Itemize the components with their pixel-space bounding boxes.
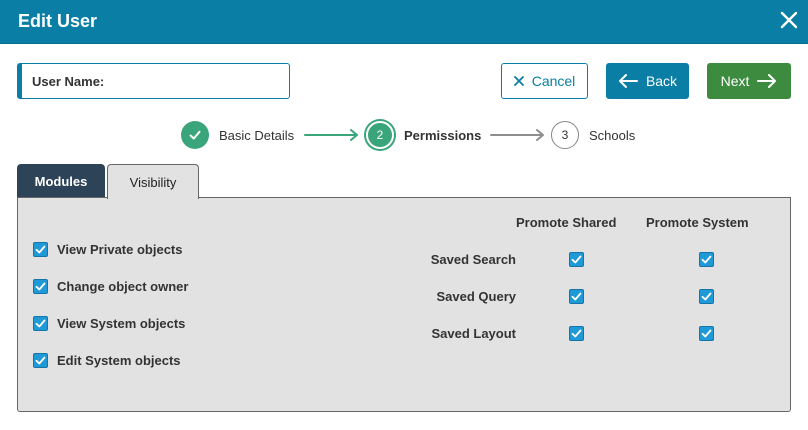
option-label: Edit System objects (57, 353, 181, 368)
arrow-right-icon (304, 129, 358, 141)
user-name-input[interactable] (112, 68, 282, 94)
checkmark-icon (35, 282, 46, 291)
tab-modules-label: Modules (34, 173, 88, 189)
checkbox-edit-system[interactable] (33, 353, 48, 368)
checkbox-view-system[interactable] (33, 316, 48, 331)
dialog-header: Edit User (0, 0, 808, 44)
step-2-number: 2 (376, 128, 384, 142)
checkbox-saved-layout-shared[interactable] (569, 326, 584, 341)
next-button-label: Next (720, 73, 750, 89)
checkbox-change-owner[interactable] (33, 279, 48, 294)
back-button[interactable]: Back (606, 63, 689, 99)
option-label: View Private objects (57, 242, 183, 257)
step-2-current: 2 (366, 121, 394, 149)
checkmark-icon (189, 130, 201, 140)
tab-visibility[interactable]: Visibility (107, 164, 199, 199)
step-3-pending: 3 (551, 121, 579, 149)
option-label: View System objects (57, 316, 186, 331)
back-button-label: Back (645, 73, 678, 89)
checkbox-saved-search-shared[interactable] (569, 252, 584, 267)
user-name-label: User Name: (32, 74, 105, 89)
x-icon (513, 76, 524, 86)
tab-modules[interactable]: Modules (17, 164, 105, 198)
step-1-label: Basic Details (219, 128, 295, 143)
checkbox-saved-search-system[interactable] (699, 252, 714, 267)
step-2-label: Permissions (404, 128, 482, 143)
checkmark-icon (701, 329, 712, 338)
checkmark-icon (701, 255, 712, 264)
visibility-panel: View Private objects Change object owner… (17, 197, 791, 412)
checkbox-saved-query-system[interactable] (699, 289, 714, 304)
cancel-button[interactable]: Cancel (501, 63, 588, 99)
checkmark-icon (571, 255, 582, 264)
arrow-right-icon (490, 129, 544, 141)
dialog-title: Edit User (18, 11, 98, 31)
next-button[interactable]: Next (707, 63, 791, 99)
checkbox-saved-query-shared[interactable] (569, 289, 584, 304)
row-label-saved-layout: Saved Layout (431, 326, 516, 341)
checkmark-icon (35, 245, 46, 254)
row-label-saved-search: Saved Search (430, 252, 516, 267)
close-icon[interactable] (778, 9, 800, 31)
step-1-complete (181, 121, 209, 149)
option-label: Change object owner (57, 279, 189, 294)
checkmark-icon (701, 292, 712, 301)
step-3-label: Schools (589, 128, 636, 143)
cancel-button-label: Cancel (531, 73, 576, 89)
checkbox-view-private[interactable] (33, 242, 48, 257)
column-header-promote-shared: Promote Shared (516, 215, 617, 230)
column-header-promote-system: Promote System (646, 215, 749, 230)
checkmark-icon (35, 319, 46, 328)
checkmark-icon (571, 292, 582, 301)
row-label-saved-query: Saved Query (436, 289, 517, 304)
arrow-right-icon (757, 74, 777, 88)
checkmark-icon (35, 356, 46, 365)
checkbox-saved-layout-system[interactable] (699, 326, 714, 341)
user-name-field[interactable]: User Name: (17, 63, 290, 99)
tab-visibility-label: Visibility (129, 174, 177, 190)
step-3-number: 3 (561, 128, 569, 142)
checkmark-icon (571, 329, 582, 338)
arrow-left-icon (618, 74, 638, 88)
